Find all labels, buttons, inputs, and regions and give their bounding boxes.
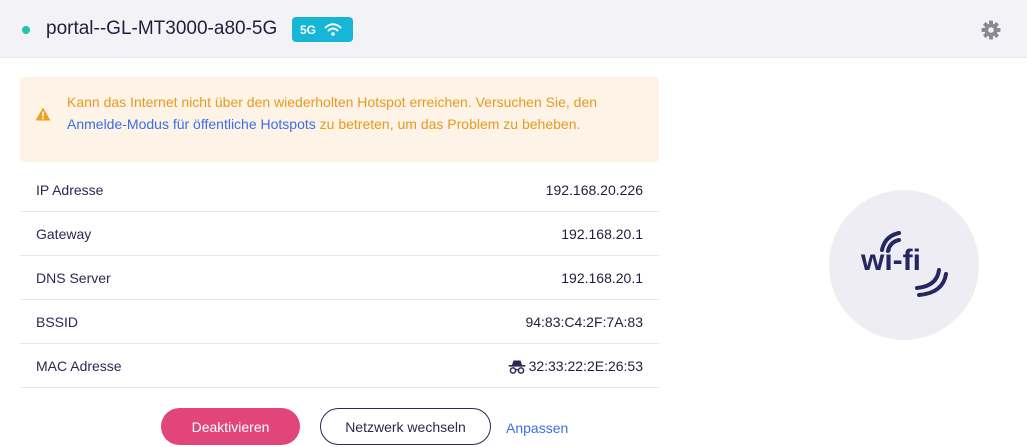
hotspot-login-mode-link[interactable]: Anmelde-Modus für öffentliche Hotspots bbox=[67, 116, 316, 132]
info-row-mac: MAC Adresse 32:33:22:2E:26:53 bbox=[20, 344, 659, 388]
network-name: portal--GL-MT3000-a80-5G bbox=[46, 18, 278, 39]
alert-text-before: Kann das Internet nicht über den wiederh… bbox=[67, 94, 598, 110]
warning-alert: Kann das Internet nicht über den wiederh… bbox=[20, 77, 659, 162]
info-row-dns: DNS Server 192.168.20.1 bbox=[20, 256, 659, 300]
mac-address-value: 32:33:22:2E:26:53 bbox=[528, 358, 643, 374]
info-row-gateway: Gateway 192.168.20.1 bbox=[20, 212, 659, 256]
switch-network-button[interactable]: Netzwerk wechseln bbox=[320, 408, 491, 445]
band-label: 5G bbox=[300, 23, 317, 37]
info-label: DNS Server bbox=[36, 270, 111, 286]
header-bar: portal--GL-MT3000-a80-5G 5G bbox=[0, 0, 1027, 58]
wifi-logo-icon: wi-fi bbox=[860, 231, 948, 297]
band-badge: 5G bbox=[292, 17, 353, 42]
adjust-link[interactable]: Anpassen bbox=[506, 420, 568, 436]
info-value-mac: 32:33:22:2E:26:53 bbox=[508, 358, 643, 374]
info-value: 192.168.20.226 bbox=[545, 182, 643, 198]
deactivate-button[interactable]: Deaktivieren bbox=[161, 408, 300, 445]
alert-text-after: zu betreten, um das Problem zu beheben. bbox=[315, 116, 581, 132]
connection-info-table: IP Adresse 192.168.20.226 Gateway 192.16… bbox=[20, 168, 659, 388]
alert-message: Kann das Internet nicht über den wiederh… bbox=[67, 91, 627, 135]
info-row-bssid: BSSID 94:83:C4:2F:7A:83 bbox=[20, 300, 659, 344]
gear-icon[interactable] bbox=[981, 20, 1001, 40]
info-value: 94:83:C4:2F:7A:83 bbox=[525, 314, 643, 330]
wifi-illustration: wi-fi bbox=[829, 190, 979, 340]
wifi-wordmark: wi-fi bbox=[860, 244, 921, 277]
info-row-ip: IP Adresse 192.168.20.226 bbox=[20, 168, 659, 212]
info-label: BSSID bbox=[36, 314, 79, 330]
info-value: 192.168.20.1 bbox=[561, 270, 643, 286]
warning-icon bbox=[35, 107, 51, 121]
info-value: 192.168.20.1 bbox=[561, 226, 643, 242]
info-label: IP Adresse bbox=[36, 182, 104, 198]
wifi-icon bbox=[324, 23, 342, 36]
info-label: Gateway bbox=[36, 226, 92, 242]
info-label: MAC Adresse bbox=[36, 358, 122, 374]
incognito-icon[interactable] bbox=[508, 360, 526, 374]
connection-status-dot bbox=[22, 26, 30, 34]
